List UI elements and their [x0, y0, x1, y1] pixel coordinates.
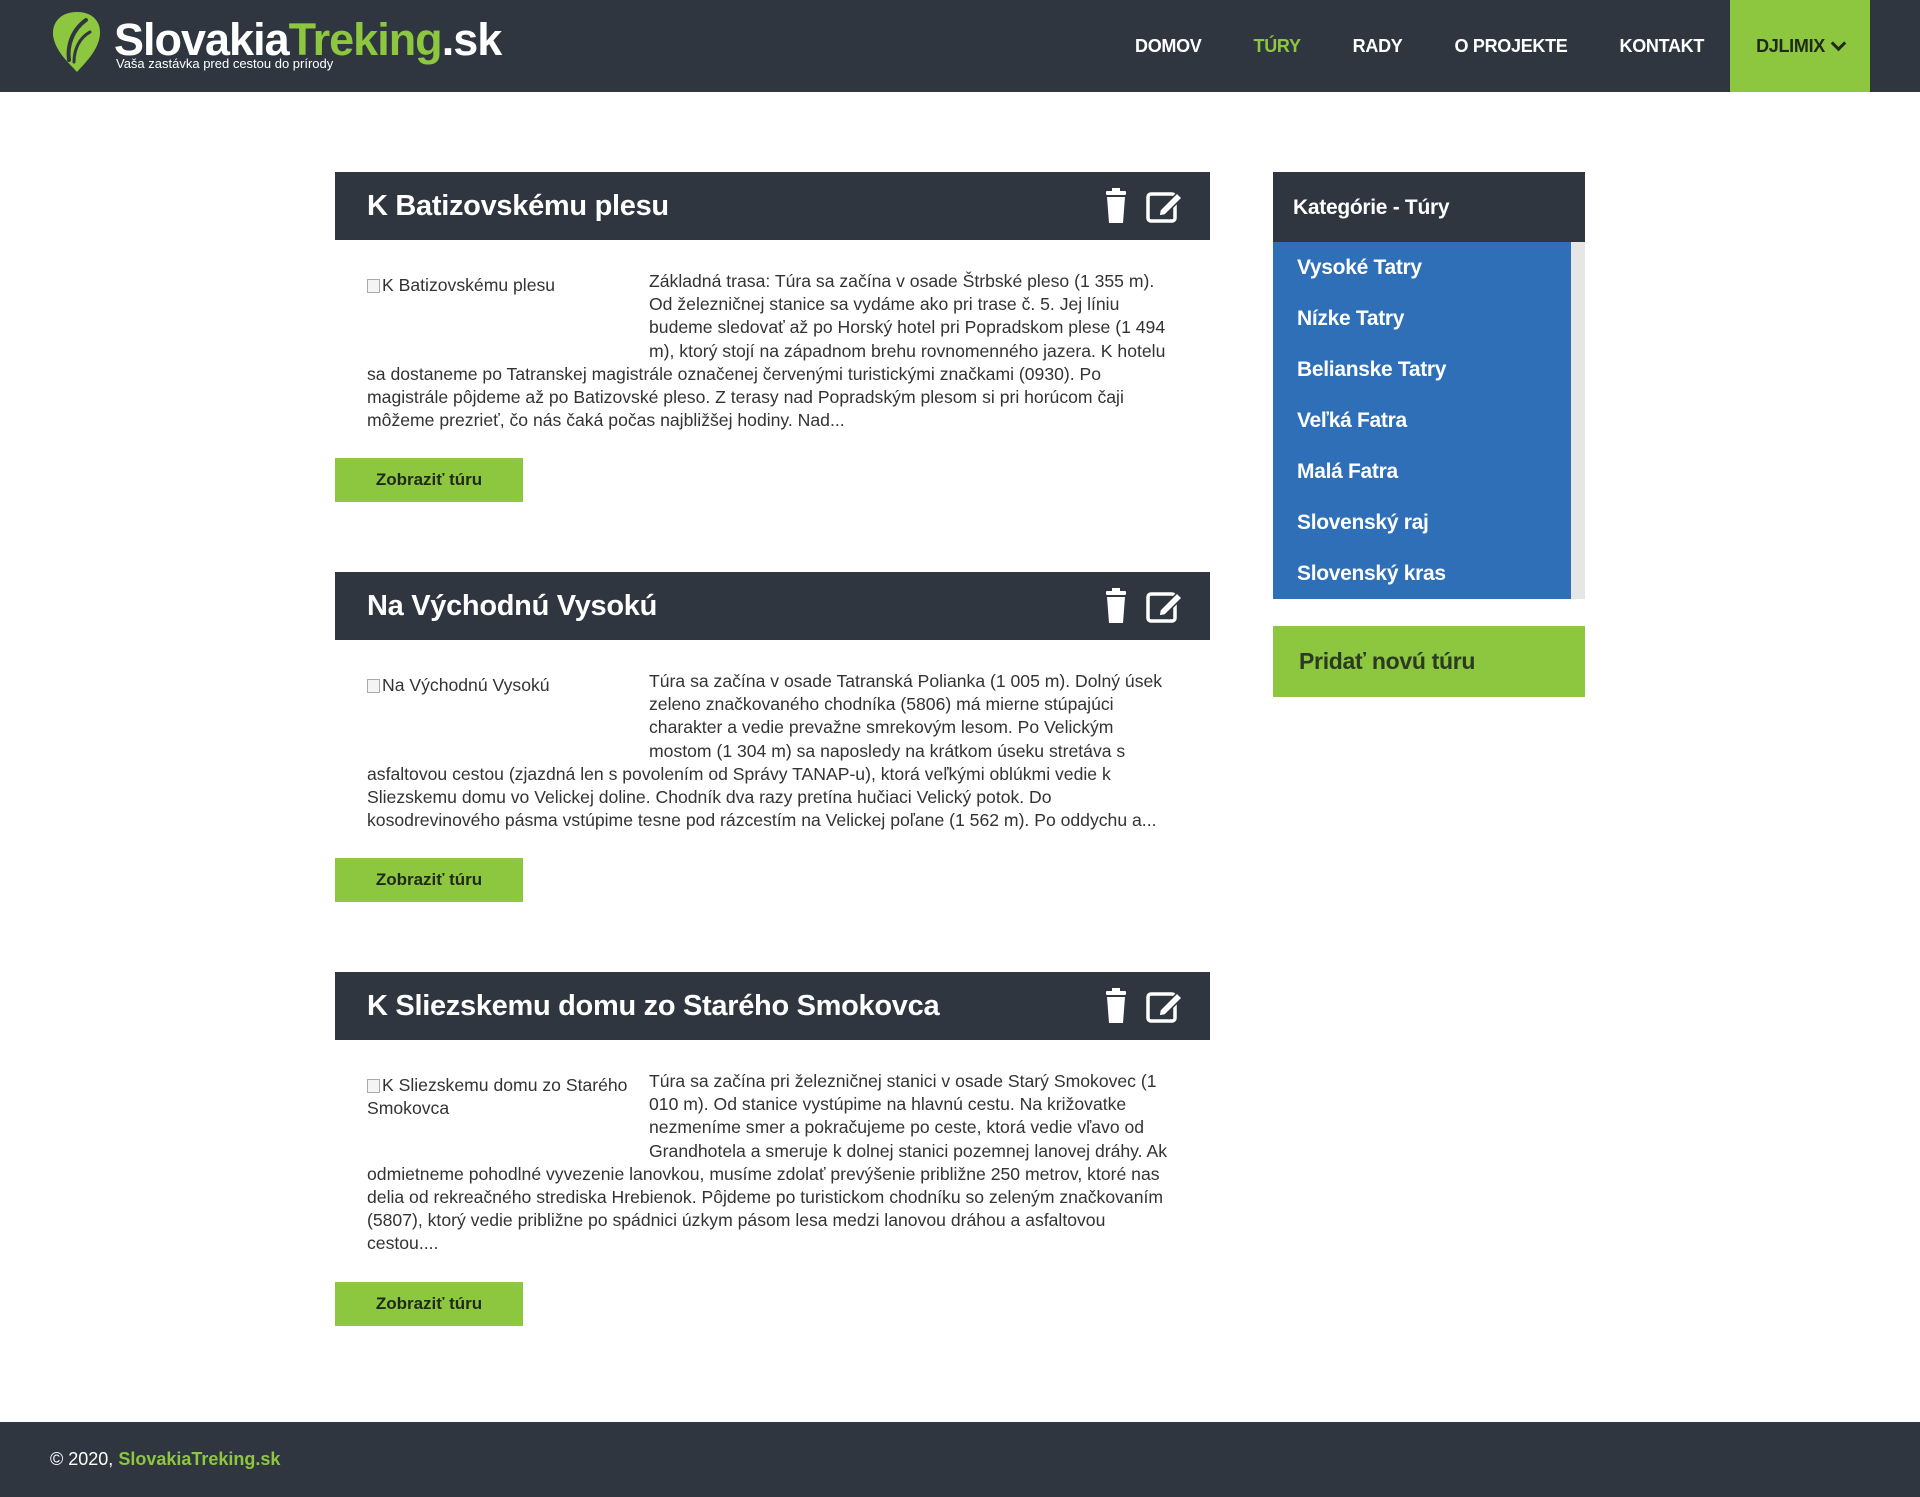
- footer-copyright: © 2020,: [50, 1449, 119, 1469]
- show-tour-button[interactable]: Zobraziť túru: [335, 458, 523, 502]
- tour-image-alt: Na Východnú Vysokú: [382, 675, 550, 695]
- tour-image: K Sliezskemu domu zo Starého Smokovca: [367, 1070, 649, 1140]
- site-header: SlovakiaTreking.sk Vaša zastávka pred ce…: [0, 0, 1920, 92]
- tour-title: K Sliezskemu domu zo Starého Smokovca: [367, 990, 940, 1022]
- categories-sidebar: Kategórie - Túry Vysoké Tatry Nízke Tatr…: [1273, 172, 1585, 599]
- tour-title: Na Východnú Vysokú: [367, 590, 658, 622]
- nav-item-o-projekte[interactable]: O PROJEKTE: [1428, 0, 1593, 92]
- nav-item-domov[interactable]: DOMOV: [1109, 0, 1228, 92]
- tour-actions: [1098, 588, 1184, 624]
- nav-item-tury[interactable]: TÚRY: [1228, 0, 1327, 92]
- category-item-mala-fatra[interactable]: Malá Fatra: [1273, 446, 1585, 497]
- user-menu-button[interactable]: DJLIMIX: [1730, 0, 1870, 92]
- add-tour-button[interactable]: Pridať novú túru: [1273, 626, 1585, 697]
- category-item-vysoke-tatry[interactable]: Vysoké Tatry: [1273, 242, 1585, 293]
- main-nav: DOMOV TÚRY RADY O PROJEKTE KONTAKT DJLIM…: [1109, 0, 1920, 92]
- category-item-slovensky-kras[interactable]: Slovenský kras: [1273, 548, 1585, 599]
- tour-image-alt: K Sliezskemu domu zo Starého Smokovca: [367, 1075, 628, 1119]
- tour-actions: [1098, 988, 1184, 1024]
- tour-card: K Batizovskému plesu K Batizovskému ples…: [335, 172, 1210, 502]
- show-tour-button[interactable]: Zobraziť túru: [335, 858, 523, 902]
- broken-image-icon: [367, 1079, 380, 1093]
- tour-header: K Batizovskému plesu: [335, 172, 1210, 240]
- tour-title: K Batizovskému plesu: [367, 190, 669, 222]
- category-item-velka-fatra[interactable]: Veľká Fatra: [1273, 395, 1585, 446]
- category-item-slovensky-raj[interactable]: Slovenský raj: [1273, 497, 1585, 548]
- site-logo[interactable]: SlovakiaTreking.sk Vaša zastávka pred ce…: [50, 10, 502, 80]
- chevron-down-icon: [1830, 35, 1847, 51]
- broken-image-icon: [367, 279, 380, 293]
- tour-image: K Batizovskému plesu: [367, 270, 649, 340]
- logo-text-part3: .sk: [441, 14, 503, 65]
- tour-body: Na Východnú Vysokú Túra sa začína v osad…: [335, 640, 1210, 832]
- edit-icon[interactable]: [1146, 988, 1184, 1024]
- site-footer: © 2020, SlovakiaTreking.sk: [0, 1422, 1920, 1497]
- trash-icon[interactable]: [1098, 988, 1136, 1024]
- trash-icon[interactable]: [1098, 188, 1136, 224]
- nav-item-kontakt[interactable]: KONTAKT: [1594, 0, 1731, 92]
- category-scrollbar[interactable]: [1571, 242, 1585, 599]
- edit-icon[interactable]: [1146, 588, 1184, 624]
- show-tour-button[interactable]: Zobraziť túru: [335, 1282, 523, 1326]
- trash-icon[interactable]: [1098, 588, 1136, 624]
- leaf-logo-icon: [52, 12, 101, 72]
- category-item-nizke-tatry[interactable]: Nízke Tatry: [1273, 293, 1585, 344]
- tour-card: Na Východnú Vysokú Na Východnú Vysokú Tú…: [335, 572, 1210, 902]
- edit-icon[interactable]: [1146, 188, 1184, 224]
- tour-actions: [1098, 188, 1184, 224]
- footer-brand-link[interactable]: SlovakiaTreking.sk: [118, 1449, 280, 1469]
- nav-item-rady[interactable]: RADY: [1327, 0, 1429, 92]
- category-item-belianske-tatry[interactable]: Belianske Tatry: [1273, 344, 1585, 395]
- tour-header: K Sliezskemu domu zo Starého Smokovca: [335, 972, 1210, 1040]
- tour-header: Na Východnú Vysokú: [335, 572, 1210, 640]
- category-list: Vysoké Tatry Nízke Tatry Belianske Tatry…: [1273, 242, 1585, 599]
- tour-body: K Batizovskému plesu Základná trasa: Túr…: [335, 240, 1210, 432]
- tour-image: Na Východnú Vysokú: [367, 670, 649, 740]
- user-menu-label: DJLIMIX: [1756, 36, 1825, 56]
- tour-body: K Sliezskemu domu zo Starého Smokovca Tú…: [335, 1040, 1210, 1256]
- broken-image-icon: [367, 679, 380, 693]
- tour-card: K Sliezskemu domu zo Starého Smokovca K …: [335, 972, 1210, 1326]
- tour-image-alt: K Batizovskému plesu: [382, 275, 556, 295]
- logo-tagline: Vaša zastávka pred cestou do prírody: [116, 56, 334, 71]
- sidebar-title: Kategórie - Túry: [1273, 172, 1585, 242]
